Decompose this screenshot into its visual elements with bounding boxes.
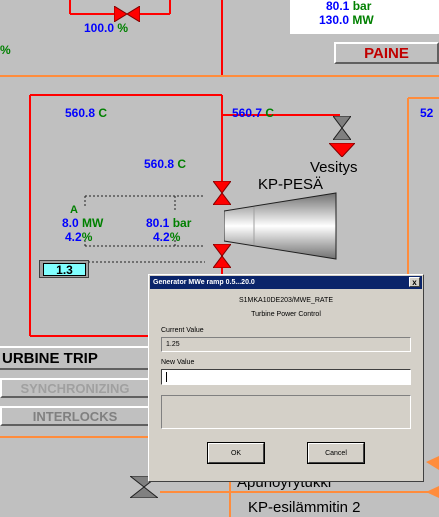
- current-value-label: Current Value: [161, 327, 204, 334]
- turbine-icon[interactable]: [224, 191, 339, 261]
- close-button[interactable]: x: [409, 277, 420, 287]
- text-cursor: [166, 372, 167, 382]
- cancel-button[interactable]: Cancel: [307, 442, 365, 464]
- temp-value-2: 560.7 C: [232, 106, 275, 120]
- dialog-tag: S1MKA10DE203/MWE_RATE: [238, 297, 333, 304]
- left-percent-unit: %: [0, 43, 11, 57]
- generator-ramp-dialog: Generator MWe ramp 0.5...20.0 x S1MKA10D…: [148, 274, 424, 482]
- dialog-titlebar[interactable]: Generator MWe ramp 0.5...20.0 x: [150, 276, 422, 289]
- kp-esilammitin-label: KP-esilämmitin 2: [248, 499, 361, 516]
- a-label: A: [70, 204, 78, 216]
- bar-value: 80.1 bar: [146, 216, 192, 230]
- top-percent-value: 100.0 %: [84, 21, 129, 35]
- kp-pesa-label: KP-PESÄ: [258, 176, 324, 193]
- top-bar-value: 80.1 bar: [326, 0, 372, 13]
- mw-value: 8.0 MW: [62, 216, 104, 230]
- setpoint-field[interactable]: 1.3: [43, 263, 86, 277]
- percent-value-1: 4.2%: [65, 230, 93, 244]
- new-value-input[interactable]: [161, 369, 411, 385]
- arrow-down-icon: [329, 143, 355, 157]
- dialog-description: Turbine Power Control: [251, 311, 321, 318]
- paine-button[interactable]: PAINE: [334, 42, 439, 64]
- ok-button[interactable]: OK: [207, 442, 265, 464]
- temp-value-3: 560.8 C: [144, 157, 187, 171]
- percent-value-2: 4.2%: [153, 230, 181, 244]
- interlocks-button[interactable]: INTERLOCKS: [0, 406, 150, 426]
- temp-value-1: 560.8 C: [65, 106, 108, 120]
- message-area: [161, 395, 411, 429]
- vesitys-label: Vesitys: [310, 159, 358, 176]
- right-value: 52: [420, 106, 434, 120]
- synchronizing-button[interactable]: SYNCHRONIZING: [0, 378, 150, 398]
- top-mw-value: 130.0 MW: [319, 13, 374, 27]
- valve-icon[interactable]: [333, 116, 351, 140]
- turbine-trip-button[interactable]: URBINE TRIP: [0, 346, 150, 370]
- dialog-title: Generator MWe ramp 0.5...20.0: [153, 279, 255, 286]
- current-value-field: 1.25: [161, 337, 411, 352]
- valve-icon[interactable]: [114, 6, 140, 22]
- new-value-label: New Value: [161, 359, 195, 366]
